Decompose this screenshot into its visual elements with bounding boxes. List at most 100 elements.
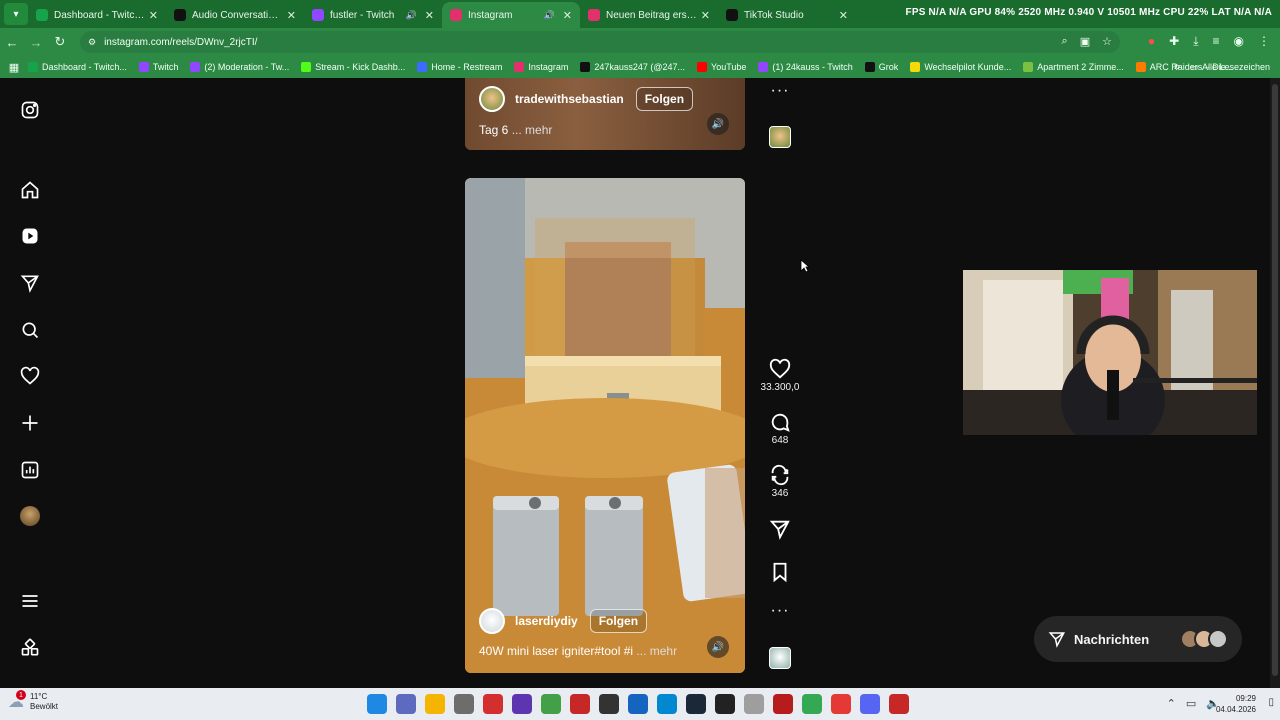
- opera-icon[interactable]: [831, 694, 851, 714]
- bookmark-star-icon[interactable]: ☆: [1102, 35, 1112, 48]
- heart-icon[interactable]: [18, 364, 42, 388]
- stream-app-icon[interactable]: [889, 694, 909, 714]
- previous-reel[interactable]: tradewithsebastian Folgen Tag 6 ... mehr…: [465, 78, 745, 150]
- previous-reel-audio-thumb[interactable]: [758, 126, 802, 148]
- bookmark-item[interactable]: Instagram: [514, 62, 568, 72]
- tab-close-icon[interactable]: ✕: [563, 9, 572, 22]
- discord-icon[interactable]: [860, 694, 880, 714]
- bookmark-item[interactable]: Twitch: [138, 62, 178, 72]
- map-app-icon[interactable]: [541, 694, 561, 714]
- chrome-icon[interactable]: [802, 694, 822, 714]
- comment-button[interactable]: 648: [758, 411, 802, 446]
- apps-grid-icon[interactable]: ▦: [0, 61, 28, 74]
- browser-tab[interactable]: Neuen Beitrag erstellen - ✕: [580, 2, 718, 28]
- caption-more-link[interactable]: ... mehr: [512, 123, 553, 137]
- bookmarks-more-button[interactable]: »: [1174, 61, 1180, 73]
- bookmark-item[interactable]: 247kauss247 (@247...: [580, 62, 685, 72]
- create-plus-icon[interactable]: [18, 411, 42, 435]
- tab-search-button[interactable]: ▾: [4, 3, 28, 25]
- edge-icon[interactable]: [657, 694, 677, 714]
- steam-icon[interactable]: [686, 694, 706, 714]
- tab-close-icon[interactable]: ✕: [425, 9, 434, 22]
- profile-avatar-icon[interactable]: ◉: [1234, 34, 1244, 49]
- author-name[interactable]: laserdiydiy: [515, 614, 578, 628]
- game-app-icon[interactable]: [715, 694, 735, 714]
- visual-studio-icon[interactable]: [512, 694, 532, 714]
- author-avatar[interactable]: [479, 608, 505, 634]
- forward-button[interactable]: →: [24, 35, 48, 50]
- like-button[interactable]: 33.300,0: [758, 358, 802, 393]
- profile-avatar[interactable]: [18, 504, 42, 528]
- browser-tab[interactable]: Audio Conversation - Gro ✕: [166, 2, 304, 28]
- instagram-logo-icon[interactable]: [18, 98, 42, 122]
- chess-app-icon[interactable]: [570, 694, 590, 714]
- elgato-icon[interactable]: [744, 694, 764, 714]
- obs-icon[interactable]: [599, 694, 619, 714]
- also-from-meta-icon[interactable]: [18, 636, 42, 660]
- tab-close-icon[interactable]: ✕: [701, 9, 710, 22]
- twitch-app-icon[interactable]: [773, 694, 793, 714]
- bookmark-item[interactable]: Home - Restream: [417, 62, 502, 72]
- extensions-puzzle-icon[interactable]: ✚: [1169, 34, 1179, 49]
- page-scrollbar[interactable]: [1270, 78, 1280, 688]
- network-icon[interactable]: ▭: [1186, 697, 1196, 710]
- site-info-icon[interactable]: ⚙: [88, 37, 96, 48]
- all-bookmarks-button[interactable]: ▭ Alle Lesezeichen: [1189, 62, 1270, 73]
- tab-audio-icon[interactable]: 🔊: [544, 10, 555, 21]
- insights-chart-icon[interactable]: [18, 458, 42, 482]
- caption-more-link[interactable]: ... mehr: [636, 644, 677, 658]
- bookmark-item[interactable]: Stream - Kick Dashb...: [301, 62, 405, 72]
- home-icon[interactable]: [18, 178, 42, 202]
- author-avatar[interactable]: [479, 86, 505, 112]
- tab-audio-icon[interactable]: 🔊: [406, 10, 417, 21]
- bookmark-item[interactable]: (2) Moderation - Tw...: [190, 62, 289, 72]
- current-reel[interactable]: laserdiydiy Folgen 40W mini laser ignite…: [465, 178, 745, 673]
- bookmark-item[interactable]: Grok: [864, 62, 898, 72]
- reload-button[interactable]: ↻: [48, 34, 72, 50]
- tab-close-icon[interactable]: ✕: [149, 9, 158, 22]
- mute-button[interactable]: 🔊: [707, 113, 729, 135]
- windows-start-icon[interactable]: [367, 694, 387, 714]
- back-button[interactable]: ←: [0, 35, 24, 50]
- direct-send-icon[interactable]: [18, 271, 42, 295]
- messages-button[interactable]: Nachrichten: [1034, 616, 1242, 662]
- mute-button[interactable]: 🔊: [707, 636, 729, 658]
- tab-close-icon[interactable]: ✕: [839, 9, 848, 22]
- red-app-icon[interactable]: [483, 694, 503, 714]
- menu-icon[interactable]: ⋮: [1258, 34, 1270, 49]
- calculator-icon[interactable]: [396, 694, 416, 714]
- follow-button[interactable]: Folgen: [635, 87, 694, 111]
- system-clock[interactable]: 09:29 04.04.2026: [1216, 693, 1256, 715]
- bookmark-item[interactable]: YouTube: [697, 62, 746, 72]
- bookmark-item[interactable]: Wechselpilot Kunde...: [910, 62, 1011, 72]
- save-button[interactable]: [758, 561, 802, 583]
- more-options-icon[interactable]: ···: [758, 602, 802, 620]
- previous-reel-more-icon[interactable]: ···: [758, 82, 802, 100]
- cast-icon[interactable]: ▣: [1080, 35, 1090, 48]
- media-controls-icon[interactable]: ≡: [1213, 34, 1220, 49]
- url-field[interactable]: ⚙ instagram.com/reels/DWnv_2rjcTI/ ⌕ ▣ ☆: [80, 31, 1120, 53]
- share-button[interactable]: [758, 518, 802, 540]
- bookmark-item[interactable]: Apartment 2 Zimme...: [1023, 62, 1124, 72]
- browser-tab[interactable]: TikTok Studio ✕: [718, 2, 856, 28]
- mouse-app-icon[interactable]: [454, 694, 474, 714]
- zoom-icon[interactable]: ⌕: [1062, 35, 1068, 48]
- extension-icon[interactable]: ●: [1148, 34, 1155, 49]
- browser-tab[interactable]: Instagram 🔊 ✕: [442, 2, 580, 28]
- tab-close-icon[interactable]: ✕: [287, 9, 296, 22]
- browser-tab[interactable]: Dashboard - TwitchTTS ✕: [28, 2, 166, 28]
- weather-widget[interactable]: ☁ 1 11°C Bewölkt: [8, 690, 58, 712]
- repost-button[interactable]: 346: [758, 464, 802, 499]
- file-explorer-icon[interactable]: [425, 694, 445, 714]
- browser-tab[interactable]: fustler - Twitch 🔊 ✕: [304, 2, 442, 28]
- chevron-up-icon[interactable]: ⌃: [1167, 697, 1176, 710]
- arc-app-icon[interactable]: [628, 694, 648, 714]
- reels-icon[interactable]: [18, 224, 42, 248]
- download-icon[interactable]: ⤓: [1193, 34, 1198, 49]
- search-icon[interactable]: [18, 318, 42, 342]
- author-name[interactable]: tradewithsebastian: [515, 92, 624, 106]
- bookmark-item[interactable]: (1) 24kauss - Twitch: [758, 62, 853, 72]
- more-menu-icon[interactable]: [18, 589, 42, 613]
- audio-thumb[interactable]: [758, 647, 802, 669]
- follow-button[interactable]: Folgen: [589, 609, 648, 633]
